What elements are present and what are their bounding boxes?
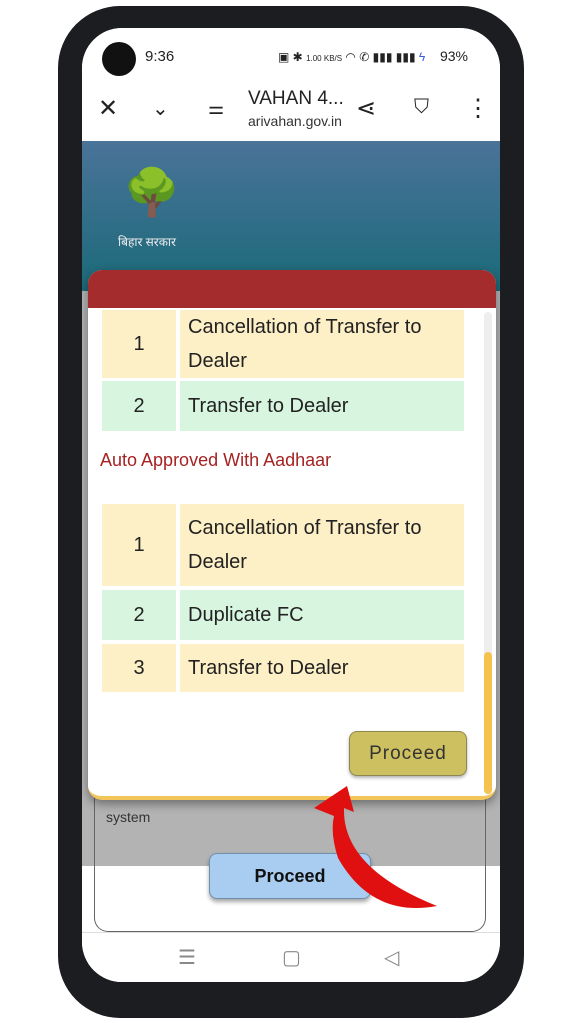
page-settings-icon[interactable]: ⚌ (208, 98, 224, 119)
bihar-emblem-logo: 🌳 (123, 166, 181, 218)
red-arrow-annotation (314, 786, 437, 908)
share-icon[interactable]: ⋖ (356, 94, 376, 123)
charging-icon: ϟ (418, 50, 426, 64)
page-title: VAHAN 4... (248, 88, 344, 109)
table1-row2-service: Transfer to Dealer (180, 381, 464, 431)
browser-toolbar: ✕ ⌄ ⚌ VAHAN 4... arivahan.gov.in ⋖ ⛉ ⋮ (82, 84, 500, 141)
screen: 9:36 ▣ ✱ 1.00 KB/S ◠ ✆ ▮▮▮ ▮▮▮ ϟ 93% ✕ ⌄… (82, 28, 500, 982)
camera-cutout (102, 42, 136, 76)
status-bar: 9:36 ▣ ✱ 1.00 KB/S ◠ ✆ ▮▮▮ ▮▮▮ ϟ 93% (82, 28, 500, 84)
table1-row1-service: Cancellation of Transfer to Dealer (180, 310, 464, 378)
logo-text: बिहार सरकार (118, 235, 176, 249)
site-banner: 🌳 बिहार सरकार (82, 141, 500, 291)
modal-scrollbar-thumb[interactable] (484, 652, 492, 794)
recent-apps-icon[interactable]: ☰ (178, 945, 196, 970)
modal-proceed-button[interactable]: Proceed (349, 731, 467, 776)
table2-row2-no: 2 (102, 590, 176, 640)
table2-row1-service: Cancellation of Transfer to Dealer (180, 504, 464, 586)
table1-row2-no: 2 (102, 381, 176, 431)
arrow-shape (314, 786, 437, 908)
section-heading: Auto Approved With Aadhaar (100, 450, 332, 470)
close-icon[interactable]: ✕ (98, 94, 118, 123)
battery-level: 93% (439, 48, 468, 64)
bookmark-icon[interactable]: ⛉ (414, 96, 429, 119)
more-options-icon[interactable]: ⋮ (466, 94, 490, 123)
table1-row1-no: 1 (102, 310, 176, 378)
chevron-down-icon[interactable]: ⌄ (152, 96, 169, 121)
back-icon[interactable]: ◁ (384, 945, 399, 970)
system-text: system (106, 809, 151, 825)
status-time: 9:36 (145, 48, 175, 65)
net-speed: 1.00 KB/S (306, 54, 343, 63)
table2-row3-no: 3 (102, 644, 176, 692)
table2-row2-service: Duplicate FC (180, 590, 464, 640)
home-icon[interactable]: ▢ (282, 945, 301, 970)
modal-header (88, 270, 496, 308)
status-icons: ▣ ✱ 1.00 KB/S ◠ ✆ ▮▮▮ ▮▮▮ ϟ (278, 50, 426, 64)
android-nav-bar: ☰ ▢ ◁ (82, 932, 500, 982)
table2-row1-no: 1 (102, 504, 176, 586)
page-url[interactable]: arivahan.gov.in (248, 113, 342, 129)
services-modal: 1 Cancellation of Transfer to Dealer 2 T… (88, 270, 496, 800)
table2-row3-service: Transfer to Dealer (180, 644, 464, 692)
